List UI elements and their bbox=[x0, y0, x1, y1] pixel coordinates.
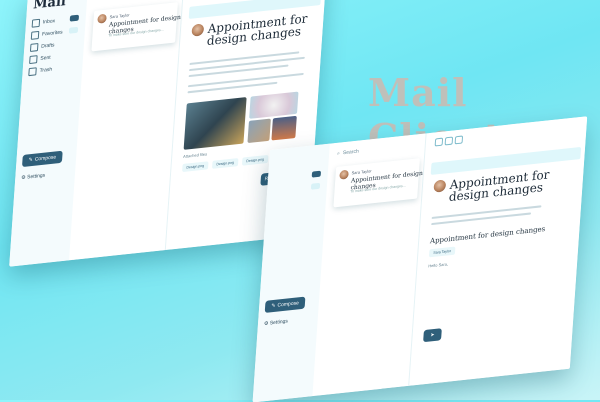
reading-pane: Appointment for design changes Appointme… bbox=[412, 116, 588, 386]
send-button[interactable]: ➤ bbox=[423, 328, 442, 343]
nav-trash[interactable]: Trash bbox=[28, 66, 52, 77]
favorites-badge bbox=[310, 182, 321, 190]
attachment-photo[interactable] bbox=[271, 115, 297, 141]
flag-icon[interactable] bbox=[444, 136, 454, 146]
sender-name: Sara Taylor bbox=[351, 168, 372, 176]
message-card[interactable]: Sara Taylor Appointment for design chang… bbox=[333, 158, 423, 208]
message-list: ⌕Search Sara Taylor Appointment for desi… bbox=[316, 133, 427, 396]
attachment-chip[interactable]: Design.png bbox=[182, 161, 209, 173]
app-logo: Mail bbox=[32, 0, 67, 13]
message-title: Appointment for design changes bbox=[206, 11, 308, 49]
reply-greeting[interactable]: Hello Sara, bbox=[428, 261, 448, 268]
message-list: ⌕Search Sara Taylor Appointment for desi… bbox=[73, 0, 185, 260]
nav-favorites[interactable]: Favorites bbox=[30, 28, 63, 40]
attachment-chip[interactable]: Design.png bbox=[211, 158, 239, 169]
inbox-icon bbox=[31, 18, 41, 28]
search-icon: ⌕ bbox=[95, 0, 98, 1]
avatar bbox=[339, 169, 349, 180]
avatar bbox=[97, 13, 107, 24]
settings-link[interactable]: ⚙ Settings bbox=[264, 318, 288, 327]
nav-sent[interactable]: Sent bbox=[29, 54, 51, 65]
recipient-chip[interactable]: Sara Taylor bbox=[428, 246, 456, 258]
inbox-count-badge bbox=[311, 170, 322, 178]
sender-avatar bbox=[433, 179, 447, 193]
nav-drafts[interactable]: Drafts bbox=[29, 41, 55, 52]
nav-inbox[interactable]: Inbox bbox=[31, 17, 56, 28]
body-line bbox=[431, 212, 532, 226]
message-title: Appointment for design changes bbox=[448, 167, 550, 205]
message-header-bar bbox=[430, 146, 582, 176]
sender-avatar bbox=[191, 23, 205, 37]
favorites-badge bbox=[68, 26, 79, 34]
attachment-photo[interactable] bbox=[247, 118, 271, 144]
compose-button[interactable]: ✎ Compose bbox=[21, 150, 63, 168]
compose-icon: ✎ bbox=[28, 156, 33, 164]
message-card[interactable]: Sara Taylor Appointment for design chang… bbox=[91, 2, 181, 52]
send-icon: ➤ bbox=[430, 331, 435, 339]
mail-window-replying: ✎ Compose ⚙ Settings ⌕ Search Sara Taylor … bbox=[252, 116, 588, 402]
attachment-chip[interactable]: Design.png bbox=[241, 154, 269, 166]
attached-files-label: Attached files bbox=[182, 151, 208, 159]
compose-icon: ✎ bbox=[271, 302, 276, 310]
trash-icon bbox=[28, 67, 37, 77]
search-icon: ⌕ bbox=[336, 150, 341, 157]
draft-icon bbox=[29, 43, 39, 52]
sender-name: Sara Taylor bbox=[109, 12, 130, 20]
attachment-photo[interactable] bbox=[183, 97, 247, 150]
reply-subject[interactable]: Appointment for design changes bbox=[430, 225, 546, 245]
share-icon[interactable] bbox=[454, 135, 464, 145]
inbox-count-badge bbox=[69, 14, 80, 22]
attachment-photo[interactable] bbox=[249, 91, 299, 119]
send-icon bbox=[29, 55, 38, 65]
compose-button[interactable]: ✎ Compose bbox=[264, 296, 306, 313]
settings-link[interactable]: ⚙ Settings bbox=[21, 173, 45, 182]
archive-icon[interactable] bbox=[434, 137, 444, 147]
star-icon bbox=[30, 30, 40, 40]
search-field[interactable]: ⌕Search bbox=[337, 140, 421, 159]
